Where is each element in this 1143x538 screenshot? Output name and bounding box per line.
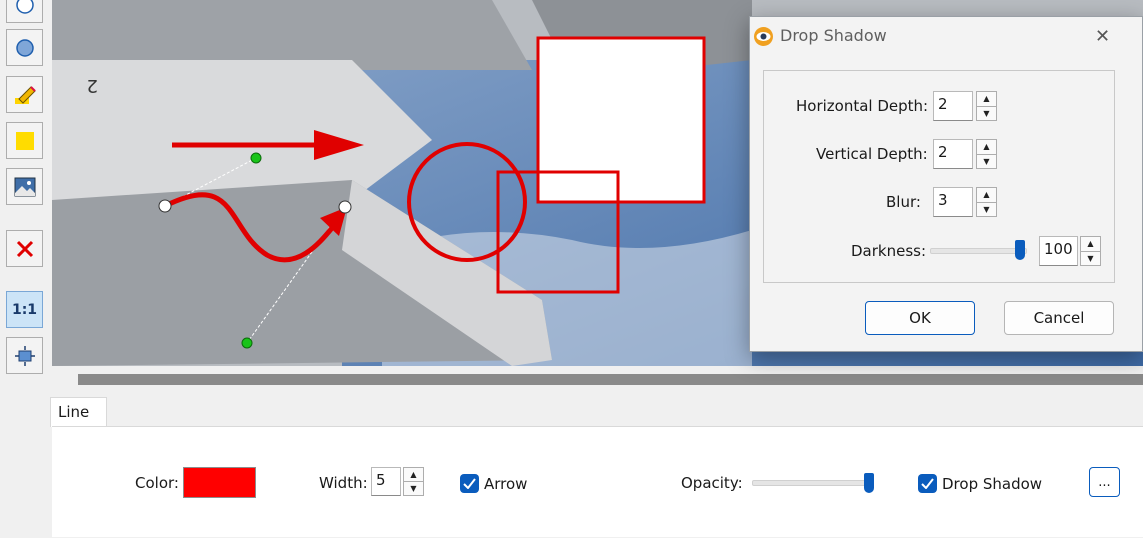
curve-end-handle	[338, 200, 352, 214]
darkness-up-icon[interactable]: ▲	[1081, 237, 1100, 251]
filled-rectangle-icon	[15, 131, 34, 150]
drop-shadow-checkbox[interactable]	[918, 474, 937, 493]
vertical-depth-label: Vertical Depth:	[816, 145, 928, 163]
horizontal-scrollbar-thumb[interactable]	[78, 374, 1143, 385]
width-label: Width:	[319, 474, 368, 492]
opacity-label: Opacity:	[681, 474, 743, 492]
filled-rectangle-tool-button[interactable]	[6, 122, 43, 159]
app-logo-icon	[754, 27, 773, 46]
ellipse-outline-tool-button[interactable]	[6, 0, 43, 23]
image-icon	[14, 177, 35, 196]
filled-rectangle-annotation[interactable]	[536, 36, 706, 204]
horizontal-depth-label: Horizontal Depth:	[796, 97, 929, 115]
blur-up-icon[interactable]: ▲	[977, 188, 996, 202]
opacity-slider[interactable]	[752, 480, 874, 486]
color-swatch[interactable]	[183, 467, 256, 498]
vertical-depth-up-icon[interactable]: ▲	[977, 140, 996, 154]
checkmark-icon	[921, 478, 934, 489]
drop-shadow-label: Drop Shadow	[942, 475, 1043, 493]
curve-start-handle	[158, 199, 172, 213]
darkness-slider[interactable]	[930, 248, 1027, 254]
ellipse-filled-icon	[15, 38, 34, 57]
width-down-arrow-icon[interactable]: ▼	[404, 481, 423, 495]
tab-line[interactable]: Line	[50, 397, 107, 427]
dialog-title: Drop Shadow	[780, 26, 887, 45]
vertical-depth-down-icon[interactable]: ▼	[977, 153, 996, 169]
opacity-slider-thumb[interactable]	[864, 473, 874, 493]
blur-spinner[interactable]: ▲ ▼	[976, 187, 997, 217]
blur-label: Blur:	[886, 193, 921, 211]
highlighter-tool-button[interactable]	[6, 76, 43, 113]
tool-palette: 1:1	[0, 0, 50, 538]
ellipse-outline-icon	[15, 0, 34, 14]
delete-tool-button[interactable]	[6, 230, 43, 267]
vertical-depth-spinner[interactable]: ▲ ▼	[976, 139, 997, 169]
actual-size-icon: 1:1	[11, 301, 38, 318]
drop-shadow-settings-button[interactable]: ...	[1089, 467, 1120, 497]
darkness-spinner[interactable]: ▲ ▼	[1080, 236, 1101, 266]
blur-input[interactable]: 3	[933, 187, 973, 217]
width-input[interactable]: 5	[371, 467, 401, 496]
arrow-label: Arrow	[484, 475, 528, 493]
darkness-input[interactable]: 100	[1039, 236, 1078, 266]
photo-number-mark: 2	[87, 75, 98, 96]
close-icon[interactable]: ✕	[1095, 26, 1110, 47]
image-tool-button[interactable]	[6, 168, 43, 205]
vertical-depth-input[interactable]: 2	[933, 139, 973, 169]
photo-panel-top	[52, 0, 532, 70]
actual-size-button[interactable]: 1:1	[6, 291, 43, 328]
checkmark-icon	[463, 478, 476, 489]
control-point-2-handle	[241, 337, 253, 349]
blur-down-icon[interactable]: ▼	[977, 201, 996, 217]
horizontal-depth-input[interactable]: 2	[933, 91, 973, 121]
darkness-slider-thumb[interactable]	[1015, 240, 1025, 260]
width-up-arrow-icon[interactable]: ▲	[404, 468, 423, 481]
horizontal-depth-up-icon[interactable]: ▲	[977, 92, 996, 106]
fit-to-window-icon	[14, 345, 35, 366]
arrow-checkbox[interactable]	[460, 474, 479, 493]
highlighter-icon	[14, 85, 36, 104]
color-label: Color:	[135, 474, 179, 492]
ok-button[interactable]: OK	[865, 301, 975, 335]
control-point-1-handle	[250, 152, 262, 164]
horizontal-depth-spinner[interactable]: ▲ ▼	[976, 91, 997, 121]
horizontal-depth-down-icon[interactable]: ▼	[977, 105, 996, 121]
ellipse-filled-tool-button[interactable]	[6, 29, 43, 66]
width-spinner[interactable]: ▲ ▼	[403, 467, 424, 496]
darkness-down-icon[interactable]: ▼	[1081, 250, 1100, 266]
fit-to-window-button[interactable]	[6, 337, 43, 374]
cancel-button[interactable]: Cancel	[1004, 301, 1114, 335]
delete-icon	[16, 240, 33, 257]
darkness-label: Darkness:	[851, 242, 927, 260]
